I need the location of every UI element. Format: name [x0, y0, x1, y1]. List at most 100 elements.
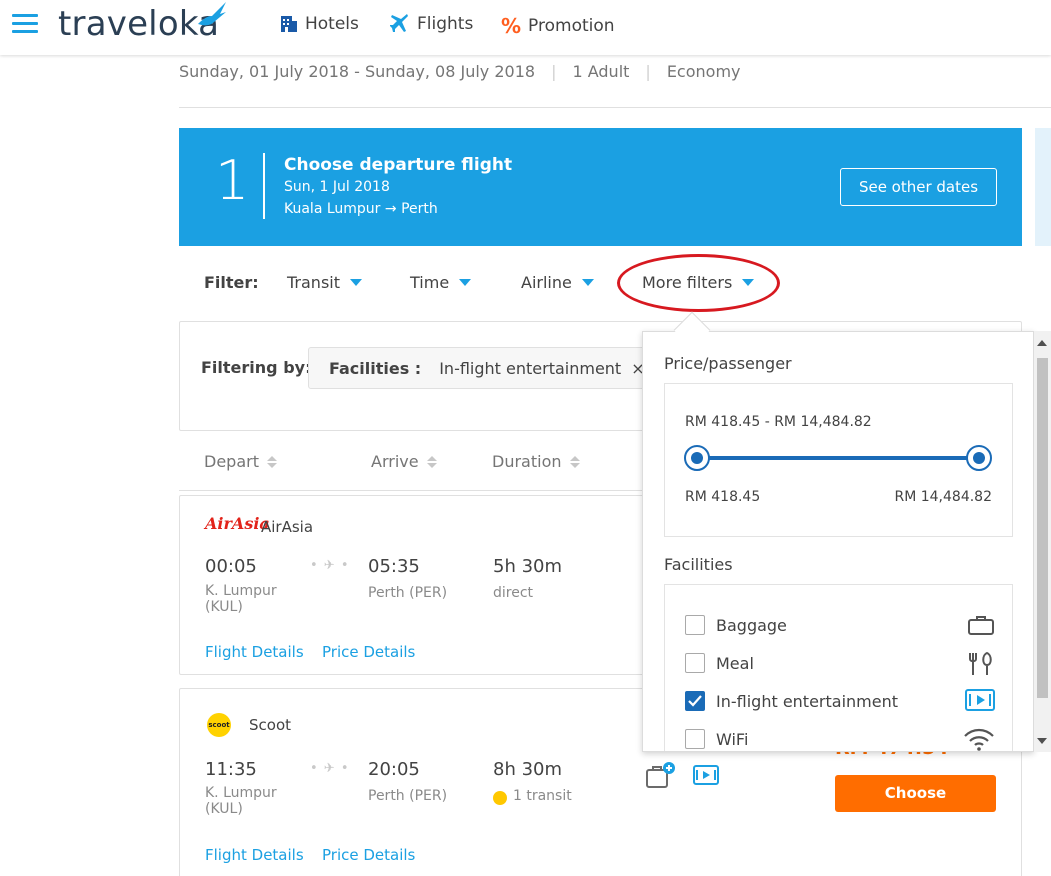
facility-baggage[interactable]: Baggage — [685, 613, 995, 637]
plane-icon — [390, 14, 408, 32]
baggage-plus-icon — [646, 762, 675, 788]
step-divider — [263, 153, 265, 219]
choose-button[interactable]: Choose — [835, 775, 996, 812]
nav-flights-label: Flights — [417, 14, 474, 34]
price-per-passenger-title: Price/passenger — [664, 354, 792, 373]
scroll-down-arrow-icon[interactable] — [1037, 738, 1047, 744]
search-summary: Sunday, 01 July 2018 - Sunday, 08 July 2… — [179, 62, 741, 81]
banner-route: Kuala Lumpur → Perth — [284, 201, 438, 217]
summary-divider-line — [179, 107, 1051, 108]
facility-label: WiFi — [716, 729, 749, 749]
traveloka-logo[interactable]: traveloka — [58, 4, 219, 44]
facility-meal[interactable]: Meal — [685, 651, 995, 675]
nav-promotion-label: Promotion — [528, 16, 615, 36]
scroll-up-arrow-icon[interactable] — [1037, 340, 1047, 346]
price-min-label: RM 418.45 — [685, 489, 761, 505]
baggage-icon — [968, 616, 994, 635]
transit-dot-icon — [493, 791, 507, 805]
arrive-time: 20:05 — [368, 759, 420, 780]
arrive-place: Perth (PER) — [368, 585, 448, 601]
filter-airline[interactable]: Airline — [521, 273, 594, 292]
flight-details-link[interactable]: Flight Details — [205, 846, 304, 864]
price-slider-track[interactable] — [697, 456, 979, 460]
bird-logo-icon — [198, 2, 226, 26]
panel-scroll-thumb[interactable] — [1037, 358, 1048, 698]
nav-promotion[interactable]: % Promotion — [501, 14, 615, 38]
sort-duration-label: Duration — [492, 452, 562, 471]
baggage-checkbox[interactable] — [685, 615, 705, 635]
side-panel-edge — [1035, 128, 1051, 246]
entertainment-checkbox[interactable] — [685, 691, 705, 711]
price-details-link[interactable]: Price Details — [322, 846, 415, 864]
summary-divider: | — [645, 62, 651, 81]
wifi-checkbox[interactable] — [685, 729, 705, 749]
more-filters-panel: Price/passenger RM 418.45 - RM 14,484.82… — [642, 331, 1034, 752]
departure-banner: 1 Choose departure flight Sun, 1 Jul 201… — [179, 128, 1022, 246]
facility-wifi[interactable]: WiFi — [685, 727, 995, 751]
price-range-box: RM 418.45 - RM 14,484.82 RM 418.45 RM 14… — [664, 383, 1013, 537]
travel-dates: Sunday, 01 July 2018 - Sunday, 08 July 2… — [179, 62, 536, 81]
filter-time[interactable]: Time — [410, 273, 472, 292]
step-number: 1 — [215, 149, 250, 212]
price-range-text: RM 418.45 - RM 14,484.82 — [685, 414, 872, 430]
depart-time: 00:05 — [205, 556, 257, 577]
price-slider-min-handle[interactable] — [684, 445, 710, 471]
sort-icon — [569, 455, 580, 468]
depart-city: K. Lumpur — [205, 785, 277, 801]
price-max-label: RM 14,484.82 — [894, 489, 992, 505]
route-arrow-icon: • ✈ • — [310, 558, 350, 573]
nav-hotels[interactable]: Hotels — [280, 14, 359, 34]
checkmark-icon — [688, 695, 702, 707]
meal-checkbox[interactable] — [685, 653, 705, 673]
filter-airline-label: Airline — [521, 273, 572, 292]
nav-flights[interactable]: Flights — [390, 14, 473, 34]
caret-down-icon — [459, 279, 472, 286]
sort-arrive[interactable]: Arrive — [371, 452, 437, 471]
banner-date: Sun, 1 Jul 2018 — [284, 179, 390, 195]
depart-time: 11:35 — [205, 759, 257, 780]
depart-code: (KUL) — [205, 599, 243, 615]
sort-arrive-label: Arrive — [371, 452, 419, 471]
price-slider-max-handle[interactable] — [966, 445, 992, 471]
facilities-title: Facilities — [664, 555, 733, 574]
flight-details-link[interactable]: Flight Details — [205, 643, 304, 661]
passenger-count: 1 Adult — [572, 62, 630, 81]
sort-icon — [266, 455, 277, 468]
hotel-icon — [281, 16, 297, 32]
filter-label: Filter: — [204, 273, 259, 292]
arrive-place: Perth (PER) — [368, 788, 448, 804]
chip-value: In-flight entertainment — [439, 358, 622, 378]
duration: 8h 30m — [493, 759, 563, 780]
sort-depart-label: Depart — [204, 452, 259, 471]
depart-code: (KUL) — [205, 801, 243, 817]
sort-duration[interactable]: Duration — [492, 452, 580, 471]
wifi-icon — [964, 728, 994, 751]
route-arrow-icon: • ✈ • — [310, 761, 350, 776]
sort-icon — [426, 455, 437, 468]
facility-label: Baggage — [716, 615, 787, 635]
menu-icon[interactable] — [12, 14, 38, 34]
filter-time-label: Time — [410, 273, 450, 292]
entertainment-icon — [693, 765, 719, 785]
highlight-ellipse — [617, 254, 780, 312]
banner-title: Choose departure flight — [284, 155, 513, 175]
filtering-by-label: Filtering by: — [201, 358, 312, 377]
caret-down-icon — [350, 279, 362, 286]
chip-key: Facilities : — [329, 358, 422, 378]
summary-divider: | — [551, 62, 557, 81]
see-other-dates-button[interactable]: See other dates — [840, 168, 997, 206]
active-filter-chip[interactable]: Facilities : In-flight entertainment × — [308, 347, 648, 389]
price-details-link[interactable]: Price Details — [322, 643, 415, 661]
caret-down-icon — [581, 279, 594, 286]
scoot-logo: scoot — [207, 713, 231, 737]
depart-city: K. Lumpur — [205, 583, 277, 599]
facility-entertainment[interactable]: In-flight entertainment — [685, 689, 995, 713]
filter-transit[interactable]: Transit — [287, 273, 362, 292]
entertainment-icon — [965, 689, 995, 711]
cabin-class: Economy — [666, 62, 741, 81]
facility-label: Meal — [716, 653, 754, 673]
sort-depart[interactable]: Depart — [204, 452, 277, 471]
airline-name: Scoot — [249, 716, 292, 734]
stops: 1 transit — [513, 788, 572, 804]
arrive-time: 05:35 — [368, 556, 420, 577]
